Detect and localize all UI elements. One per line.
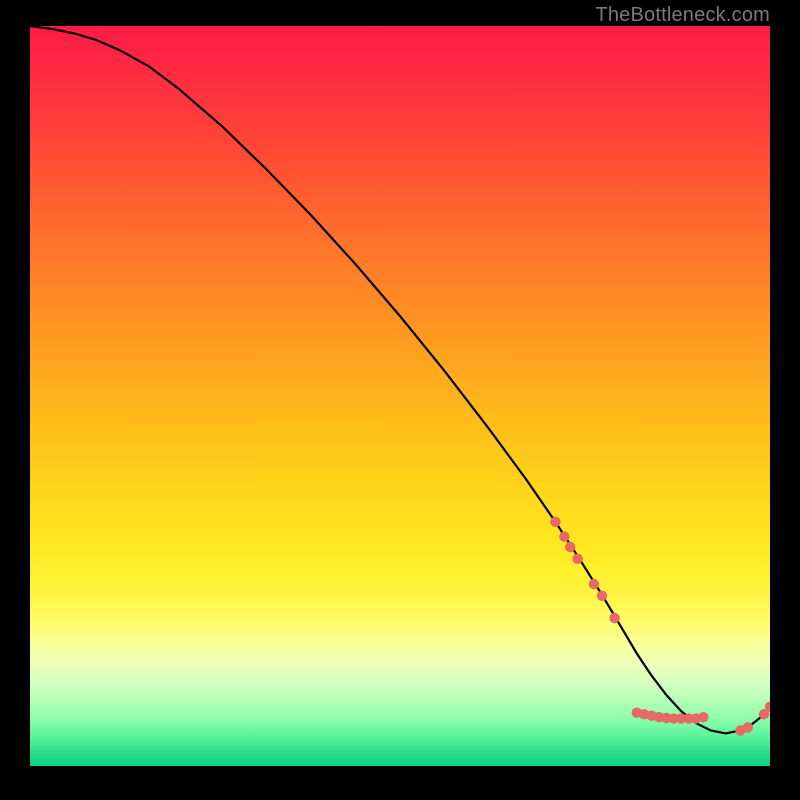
data-marker (550, 517, 560, 527)
data-marker (559, 531, 569, 541)
data-marker (597, 591, 607, 601)
bottleneck-curve (30, 26, 770, 766)
data-marker (572, 554, 582, 564)
chart-stage: TheBottleneck.com (0, 0, 800, 800)
curve-markers (550, 517, 770, 736)
data-marker (565, 542, 575, 552)
data-marker (589, 579, 599, 589)
watermark-text: TheBottleneck.com (595, 4, 770, 27)
data-marker (743, 722, 753, 732)
plot-area (30, 26, 770, 766)
curve-line (30, 26, 770, 733)
data-marker (609, 613, 619, 623)
data-marker (698, 712, 708, 722)
